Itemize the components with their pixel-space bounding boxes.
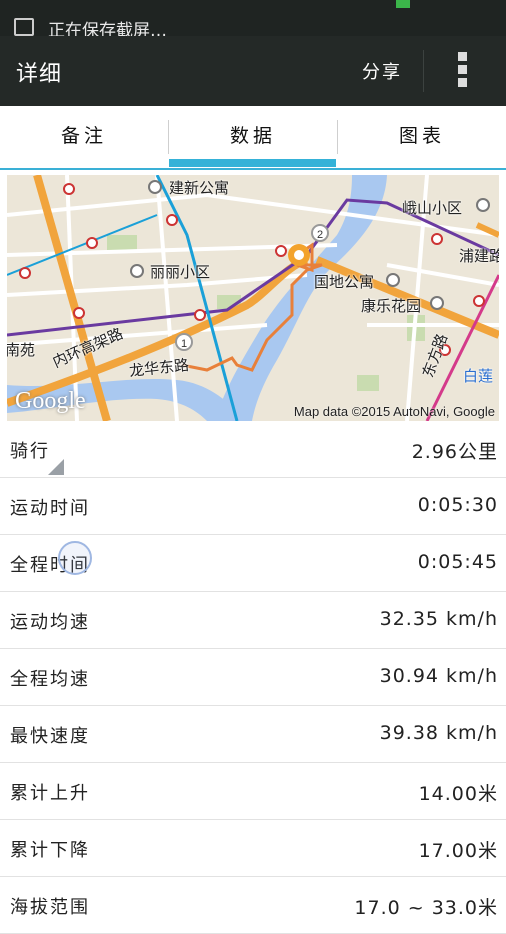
- stat-label: 运动时间: [10, 498, 90, 519]
- map-label: 康乐花园: [361, 297, 422, 315]
- map-label: 南苑: [7, 341, 36, 359]
- map-label: 丽丽小区: [150, 263, 211, 281]
- stat-value: 14.00米: [418, 783, 498, 805]
- stat-row-total-avg-speed: 全程均速 30.94 km/h: [0, 649, 506, 706]
- stat-row-elevation-loss: 累计下降 17.00米: [0, 820, 506, 877]
- tab-data[interactable]: 数据: [169, 106, 337, 166]
- stat-row-elevation-gain: 累计上升 14.00米: [0, 763, 506, 820]
- waypoint-2-label: 2: [317, 229, 323, 241]
- stat-row-elevation-range: 海拔范围 17.0 ~ 33.0米: [0, 877, 506, 934]
- share-button[interactable]: 分享: [362, 58, 402, 84]
- map-label: 白莲: [463, 367, 494, 385]
- stat-label: 累计下降: [10, 840, 90, 861]
- route-map[interactable]: 1 2 建新公寓 峨山小区 丽丽小区 国地公寓 康乐花园 浦建路 南苑 内环高架…: [7, 175, 499, 421]
- map-attribution: Map data ©2015 AutoNavi, Google: [293, 404, 495, 419]
- stat-value: 39.38 km/h: [379, 722, 498, 744]
- stat-row-moving-avg-speed: 运动均速 32.35 km/h: [0, 592, 506, 649]
- map-label: 峨山小区: [402, 199, 463, 217]
- stat-value: 17.00米: [418, 840, 498, 862]
- app-bar: 详细 分享: [0, 36, 506, 106]
- stat-row-moving-time: 运动时间 0:05:30: [0, 478, 506, 535]
- battery-icon: [396, 0, 410, 8]
- stat-value: 32.35 km/h: [379, 608, 498, 630]
- stat-label: 最快速度: [10, 726, 90, 747]
- tab-bar: 备注 数据 图表: [0, 106, 506, 170]
- stats-list: 骑行 2.96公里 运动时间 0:05:30 全程时间 0:05:45 运动均速…: [0, 421, 506, 934]
- page-title: 详细: [16, 62, 63, 87]
- waypoint-1-label: 1: [181, 338, 187, 350]
- stat-label: 骑行: [10, 441, 50, 462]
- tab-notes[interactable]: 备注: [0, 106, 168, 166]
- google-logo: Google: [15, 388, 86, 414]
- stat-value: 30.94 km/h: [379, 665, 498, 687]
- appbar-divider: [423, 50, 424, 92]
- screenshot-icon: [14, 18, 34, 36]
- touch-indicator-icon: [58, 541, 92, 575]
- stat-value: 0:05:30: [417, 494, 498, 516]
- stat-label: 运动均速: [10, 612, 90, 633]
- stat-value: 0:05:45: [417, 551, 498, 573]
- stat-row-total-time: 全程时间 0:05:45: [0, 535, 506, 592]
- active-tab-indicator: [169, 159, 336, 167]
- stat-label: 海拔范围: [10, 897, 90, 918]
- status-bar: 正在保存截屏…: [0, 0, 506, 36]
- map-label: 国地公寓: [314, 273, 375, 291]
- tab-charts[interactable]: 图表: [338, 106, 506, 166]
- stat-value: 2.96公里: [411, 441, 498, 463]
- stat-value: 17.0 ~ 33.0米: [354, 897, 498, 919]
- notification-text: 正在保存截屏…: [48, 21, 167, 36]
- stat-label: 全程均速: [10, 669, 90, 690]
- map-label: 建新公寓: [169, 179, 230, 197]
- corner-indicator-icon: [48, 459, 64, 475]
- stat-row-distance: 骑行 2.96公里: [0, 421, 506, 478]
- stat-row-max-speed: 最快速度 39.38 km/h: [0, 706, 506, 763]
- more-menu-icon[interactable]: [458, 52, 468, 90]
- map-label: 浦建路: [459, 247, 499, 265]
- stat-label: 累计上升: [10, 783, 90, 804]
